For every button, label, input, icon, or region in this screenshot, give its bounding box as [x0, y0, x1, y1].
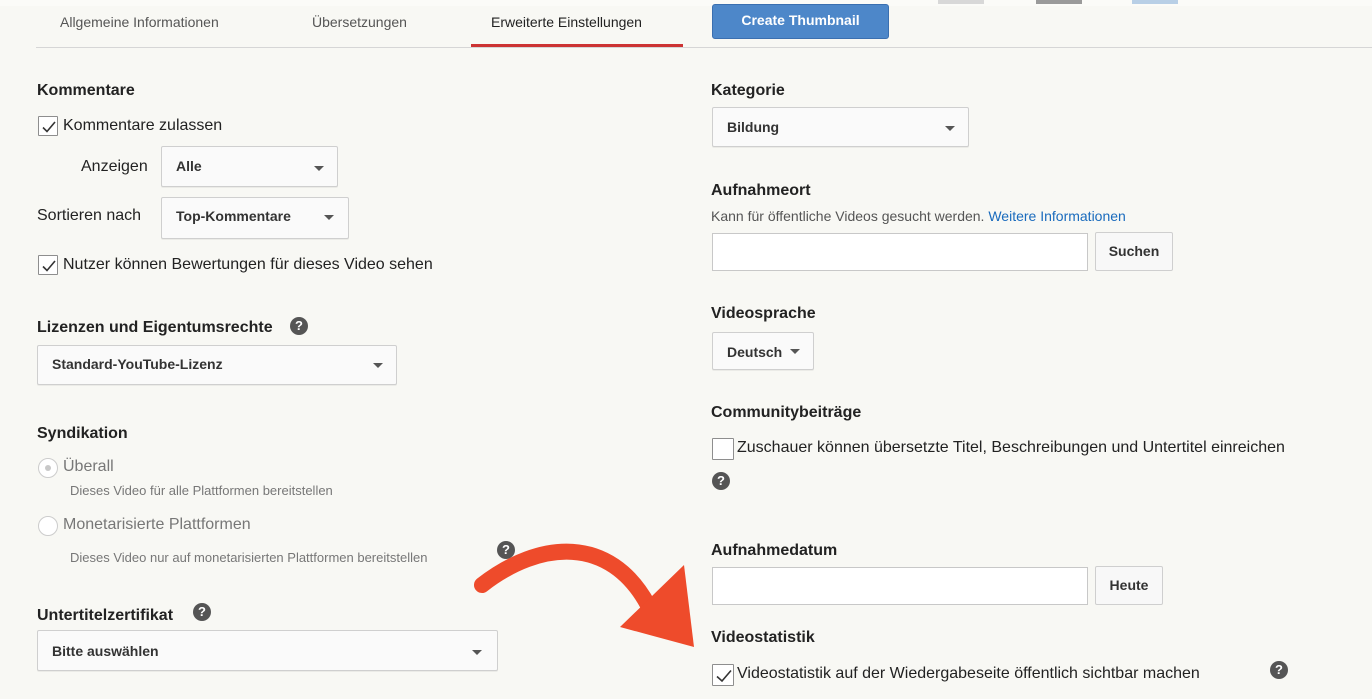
- syndication-everywhere-desc: Dieses Video für alle Plattformen bereit…: [70, 483, 333, 498]
- allow-comments-checkbox[interactable]: [38, 116, 58, 136]
- caret-down-icon: [373, 363, 383, 368]
- video-stats-checkbox[interactable]: [712, 664, 734, 686]
- tab-advanced-settings[interactable]: Erweiterte Einstellungen: [491, 14, 642, 30]
- tabs-divider: [36, 47, 1372, 48]
- license-select[interactable]: Standard-YouTube-Lizenz: [37, 345, 397, 385]
- syndication-monetized-radio[interactable]: [38, 516, 58, 536]
- location-description: Kann für öffentliche Videos gesucht werd…: [711, 208, 1126, 224]
- comments-heading: Kommentare: [37, 82, 135, 99]
- video-language-heading: Videosprache: [711, 305, 816, 322]
- caret-down-icon: [314, 166, 324, 171]
- sort-by-label: Sortieren nach: [37, 207, 142, 224]
- location-desc-text: Kann für öffentliche Videos gesucht werd…: [711, 208, 985, 224]
- ratings-visible-label: Nutzer können Bewertungen für dieses Vid…: [63, 256, 433, 273]
- caret-down-icon: [945, 126, 955, 131]
- location-input[interactable]: [712, 233, 1088, 271]
- location-heading: Aufnahmeort: [711, 182, 811, 199]
- sort-comments-select[interactable]: Top-Kommentare: [161, 197, 349, 239]
- select-value: Alle: [176, 158, 202, 174]
- curved-arrow-annotation: [474, 543, 694, 647]
- tab-translations[interactable]: Übersetzungen: [312, 14, 407, 30]
- toolbar-chip: [1132, 0, 1178, 4]
- search-location-button[interactable]: Suchen: [1095, 232, 1173, 271]
- help-icon[interactable]: ?: [290, 317, 308, 335]
- category-heading: Kategorie: [711, 82, 785, 99]
- toolbar-chip: [1036, 0, 1082, 4]
- syndication-monetized-label: Monetarisierte Plattformen: [63, 516, 251, 533]
- allow-comments-label: Kommentare zulassen: [63, 117, 223, 134]
- toolbar-chip: [938, 0, 984, 4]
- syndication-monetized-desc: Dieses Video nur auf monetarisierten Pla…: [70, 550, 428, 565]
- caption-cert-select[interactable]: Bitte auswählen: [37, 630, 498, 671]
- show-comments-label: Anzeigen: [81, 158, 148, 175]
- help-icon[interactable]: ?: [1270, 661, 1288, 679]
- video-language-select[interactable]: Deutsch: [712, 332, 814, 370]
- select-value: Top-Kommentare: [176, 208, 291, 224]
- syndication-heading: Syndikation: [37, 425, 128, 442]
- checkmark-icon: [42, 121, 56, 133]
- select-value: Bildung: [727, 119, 780, 135]
- community-contributions-checkbox[interactable]: [712, 438, 734, 460]
- radio-selected-dot: [45, 465, 51, 471]
- community-contributions-label: Zuschauer können übersetzte Titel, Besch…: [737, 439, 1285, 456]
- video-stats-label: Videostatistik auf der Wiedergabeseite ö…: [737, 665, 1200, 682]
- today-button[interactable]: Heute: [1095, 566, 1163, 605]
- select-value: Deutsch: [727, 344, 783, 360]
- license-heading: Lizenzen und Eigentumsrechte: [37, 319, 273, 336]
- tab-general-info[interactable]: Allgemeine Informationen: [60, 14, 219, 30]
- checkmark-icon: [716, 669, 732, 683]
- select-value: Bitte auswählen: [52, 643, 159, 659]
- select-value: Standard-YouTube-Lizenz: [52, 356, 223, 372]
- category-select[interactable]: Bildung: [712, 107, 969, 147]
- checkmark-icon: [42, 260, 56, 272]
- help-icon[interactable]: ?: [193, 603, 211, 621]
- recording-date-input[interactable]: [712, 567, 1088, 605]
- more-info-link[interactable]: Weitere Informationen: [988, 208, 1125, 224]
- help-icon[interactable]: ?: [712, 472, 730, 490]
- syndication-everywhere-radio[interactable]: [38, 458, 58, 478]
- show-comments-select[interactable]: Alle: [161, 146, 338, 187]
- caret-down-icon: [790, 349, 800, 354]
- caret-down-icon: [324, 215, 334, 220]
- ratings-visible-checkbox[interactable]: [38, 255, 58, 275]
- caption-cert-heading: Untertitelzertifikat: [37, 607, 174, 624]
- community-heading: Communitybeiträge: [711, 404, 862, 421]
- syndication-everywhere-label: Überall: [63, 458, 114, 475]
- create-thumbnail-button[interactable]: Create Thumbnail: [712, 4, 889, 39]
